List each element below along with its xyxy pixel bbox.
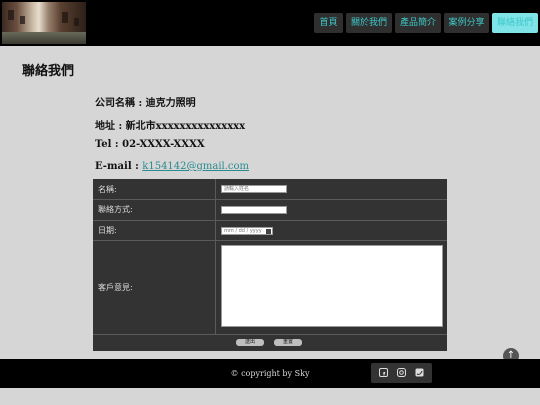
contact-label: 聯絡方式:: [93, 199, 216, 220]
company-email: E-mail : k154142@gmail.com: [95, 161, 249, 172]
name-input[interactable]: 請輸入姓名: [221, 185, 287, 193]
date-input[interactable]: mm / dd / yyyy: [221, 227, 273, 235]
form-row-date: 日期: mm / dd / yyyy: [93, 220, 447, 241]
copyright-text: © copyright by Sky: [230, 369, 310, 378]
nav-home[interactable]: 首頁: [314, 13, 343, 33]
email-label: E-mail :: [95, 161, 143, 172]
twitter-icon[interactable]: [415, 368, 424, 377]
form-row-contact: 聯絡方式:: [93, 199, 447, 221]
comment-label: 客戶意見:: [93, 240, 216, 334]
contact-form: 名稱: 請輸入姓名 聯絡方式: 日期: mm / dd / yyyy 客戶意見:: [93, 179, 447, 351]
nav-contact[interactable]: 聯絡我們: [492, 13, 538, 33]
nav-products[interactable]: 產品簡介: [395, 13, 441, 33]
contact-input[interactable]: [221, 206, 287, 214]
comment-textarea[interactable]: [221, 245, 443, 327]
form-row-name: 名稱: 請輸入姓名: [93, 179, 447, 200]
form-row-comment: 客戶意見:: [93, 240, 447, 335]
footer: © copyright by Sky: [0, 359, 540, 388]
social-links: [371, 363, 432, 383]
email-link[interactable]: k154142@gmail.com: [142, 161, 249, 172]
reset-button[interactable]: 重置: [274, 339, 302, 346]
submit-button[interactable]: 送出: [236, 339, 264, 346]
logo-image[interactable]: [2, 2, 86, 44]
nav-cases[interactable]: 案例分享: [444, 13, 489, 33]
nav-about[interactable]: 關於我們: [346, 13, 392, 33]
company-name: 公司名稱 : 迪克力照明: [95, 98, 196, 109]
date-placeholder: mm / dd / yyyy: [224, 228, 262, 234]
page-title: 聯絡我們: [22, 64, 75, 79]
company-address: 地址 : 新北市xxxxxxxxxxxxxxx: [95, 121, 246, 132]
calendar-icon[interactable]: [266, 229, 271, 234]
date-label: 日期:: [93, 220, 216, 240]
facebook-icon[interactable]: [379, 368, 388, 377]
top-navbar: 首頁 關於我們 產品簡介 案例分享 聯絡我們: [0, 0, 540, 46]
name-label: 名稱:: [93, 179, 216, 199]
instagram-icon[interactable]: [397, 368, 406, 377]
company-tel: Tel : 02-XXXX-XXXX: [95, 139, 205, 150]
